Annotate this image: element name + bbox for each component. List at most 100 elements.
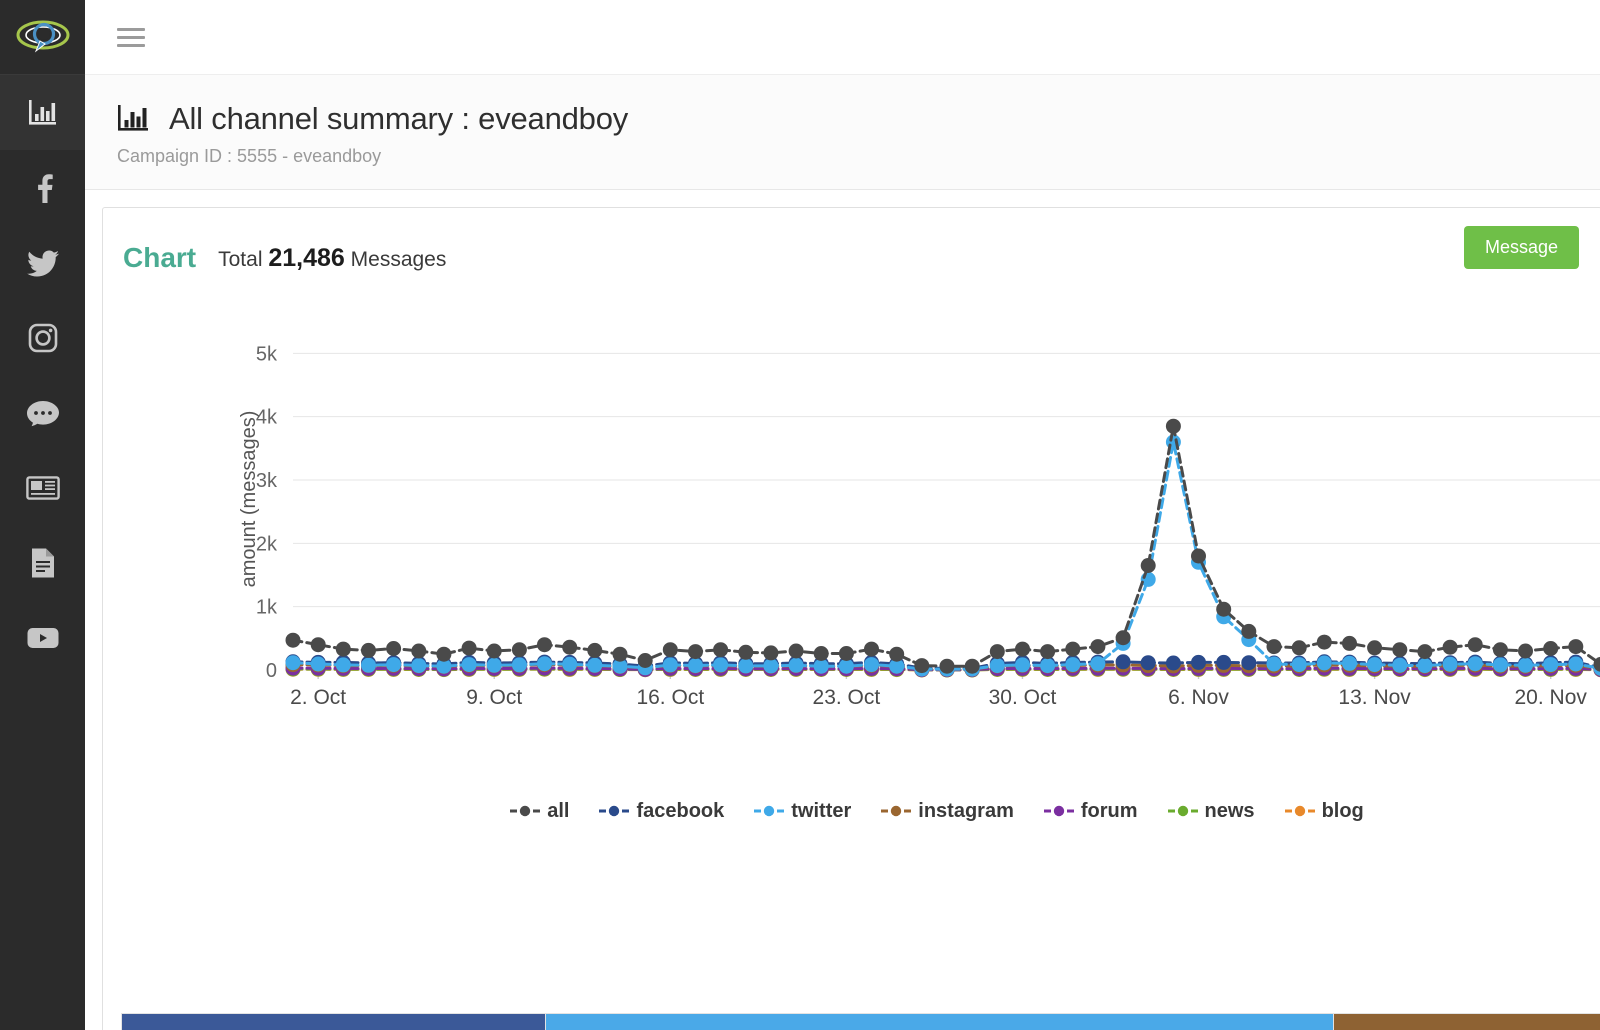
data-point[interactable] (411, 643, 427, 659)
data-point[interactable] (763, 645, 779, 661)
data-point[interactable] (738, 658, 754, 674)
data-point[interactable] (1492, 642, 1508, 658)
channel-card-instagram[interactable] (1334, 1013, 1600, 1030)
data-point[interactable] (662, 657, 678, 673)
data-point[interactable] (1216, 654, 1232, 670)
data-point[interactable] (889, 646, 905, 662)
data-point[interactable] (411, 658, 427, 674)
data-point[interactable] (688, 644, 703, 660)
data-point[interactable] (713, 657, 729, 673)
data-point[interactable] (1266, 639, 1282, 655)
data-point[interactable] (914, 658, 930, 674)
series-twitter[interactable] (285, 434, 1600, 677)
data-point[interactable] (537, 656, 552, 672)
data-point[interactable] (763, 658, 779, 674)
data-point[interactable] (1291, 657, 1307, 673)
legend-item-twitter[interactable]: twitter (754, 800, 851, 823)
data-point[interactable] (1342, 635, 1357, 651)
data-point[interactable] (838, 646, 854, 661)
data-point[interactable] (612, 646, 628, 662)
data-point[interactable] (813, 646, 829, 661)
data-point[interactable] (1015, 657, 1030, 673)
data-point[interactable] (562, 639, 578, 655)
sidebar-item-youtube[interactable] (0, 600, 85, 675)
data-point[interactable] (537, 637, 552, 653)
data-point[interactable] (1467, 656, 1483, 672)
data-point[interactable] (1568, 656, 1584, 672)
data-point[interactable] (1165, 418, 1181, 434)
data-point[interactable] (310, 637, 326, 653)
legend-item-forum[interactable]: forum (1043, 800, 1138, 823)
data-point[interactable] (1065, 641, 1081, 657)
data-point[interactable] (1367, 657, 1383, 673)
data-point[interactable] (285, 632, 301, 648)
message-button[interactable]: Message (1463, 226, 1579, 269)
data-point[interactable] (1216, 601, 1232, 617)
data-point[interactable] (939, 658, 955, 674)
data-point[interactable] (1115, 654, 1131, 670)
data-point[interactable] (1316, 655, 1332, 671)
data-point[interactable] (1342, 655, 1357, 671)
data-point[interactable] (738, 644, 754, 660)
data-point[interactable] (637, 653, 653, 668)
series-all[interactable] (285, 418, 1600, 674)
sidebar-item-instagram[interactable] (0, 300, 85, 375)
data-point[interactable] (1442, 639, 1458, 655)
data-point[interactable] (1467, 637, 1483, 653)
data-point[interactable] (1090, 656, 1106, 672)
app-logo[interactable] (0, 0, 85, 75)
data-point[interactable] (1191, 548, 1206, 564)
channel-card-facebook[interactable]: 4,894Messages(22.78%) (121, 1013, 546, 1030)
legend-item-instagram[interactable]: instagram (881, 800, 1014, 823)
sidebar-item-facebook[interactable] (0, 150, 85, 225)
data-point[interactable] (989, 644, 1005, 660)
data-point[interactable] (1568, 639, 1584, 655)
data-point[interactable] (1492, 657, 1508, 673)
data-point[interactable] (1241, 623, 1257, 639)
data-point[interactable] (1367, 640, 1383, 656)
sidebar-item-twitter[interactable] (0, 225, 85, 300)
sidebar-item-forum[interactable] (0, 375, 85, 450)
data-point[interactable] (361, 657, 376, 673)
data-point[interactable] (386, 657, 402, 673)
data-point[interactable] (1065, 657, 1081, 673)
legend-item-all[interactable]: all (510, 800, 569, 823)
line-chart[interactable]: 01k2k3k4k5kamount (messages)2. Oct 9. Oct… (103, 288, 1600, 738)
data-point[interactable] (1015, 641, 1030, 657)
data-point[interactable] (1040, 644, 1056, 660)
data-point[interactable] (989, 658, 1005, 674)
data-point[interactable] (486, 643, 502, 659)
data-point[interactable] (1543, 641, 1559, 656)
data-point[interactable] (1543, 657, 1559, 673)
data-point[interactable] (788, 643, 804, 659)
data-point[interactable] (1191, 654, 1206, 670)
data-point[interactable] (1417, 644, 1433, 660)
sidebar-item-blog[interactable] (0, 525, 85, 600)
data-point[interactable] (587, 642, 603, 658)
data-point[interactable] (285, 655, 301, 671)
data-point[interactable] (310, 656, 326, 672)
data-point[interactable] (864, 657, 879, 673)
data-point[interactable] (461, 640, 477, 656)
legend-item-facebook[interactable]: facebook (599, 800, 724, 823)
data-point[interactable] (1392, 642, 1408, 658)
data-point[interactable] (1518, 643, 1533, 659)
data-point[interactable] (1241, 655, 1257, 671)
data-point[interactable] (1442, 656, 1458, 672)
data-point[interactable] (662, 642, 678, 658)
data-point[interactable] (461, 657, 477, 673)
channel-card-twitter[interactable]: 9,347Messages(43.5%) (546, 1013, 1334, 1030)
data-point[interactable] (688, 658, 703, 674)
data-point[interactable] (713, 642, 729, 658)
data-point[interactable] (587, 657, 603, 673)
data-point[interactable] (361, 642, 376, 658)
data-point[interactable] (788, 657, 804, 673)
data-point[interactable] (1140, 655, 1156, 671)
data-point[interactable] (1040, 658, 1056, 674)
data-point[interactable] (511, 657, 527, 673)
sidebar-item-news[interactable] (0, 450, 85, 525)
data-point[interactable] (1392, 657, 1408, 673)
data-point[interactable] (386, 641, 402, 656)
data-point[interactable] (1291, 640, 1307, 656)
data-point[interactable] (562, 656, 578, 672)
